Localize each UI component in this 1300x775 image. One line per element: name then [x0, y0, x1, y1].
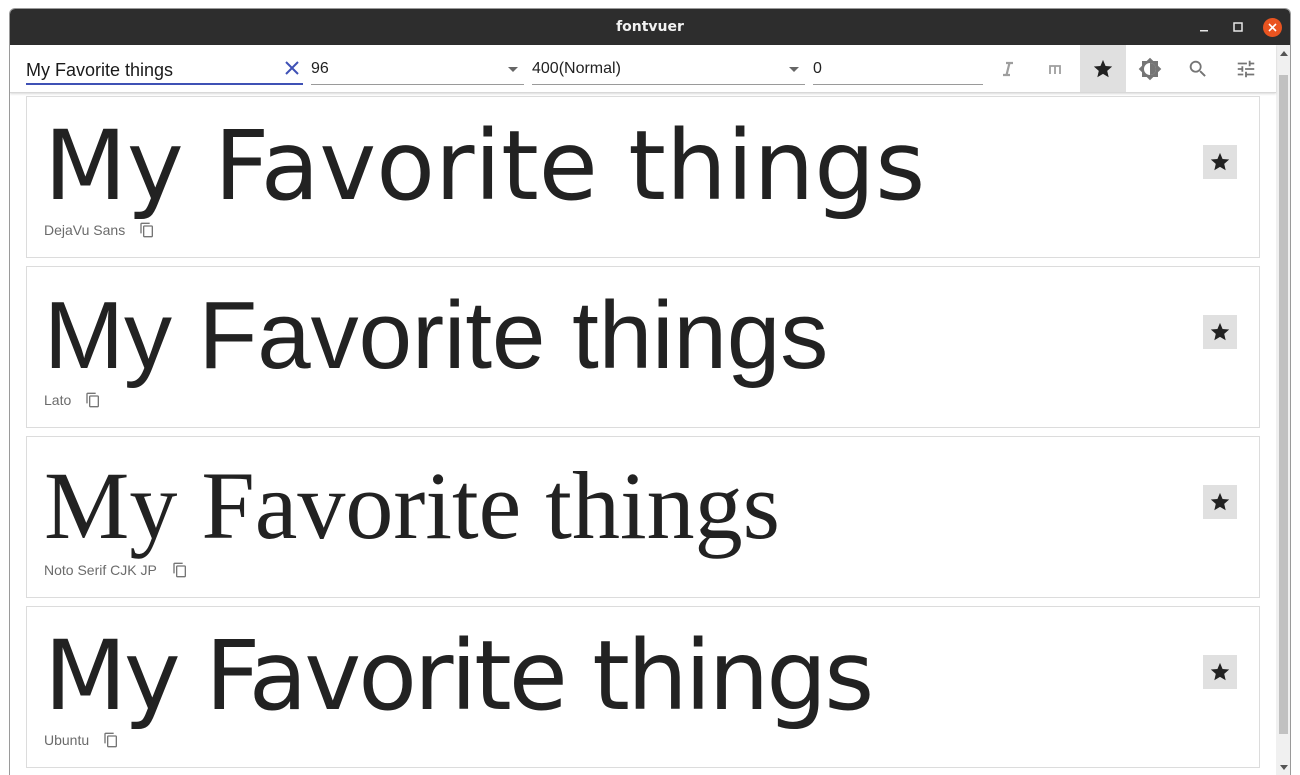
font-name-label: Ubuntu [44, 732, 90, 748]
chevron-down-icon [508, 67, 518, 72]
font-card: My Favorite things Ubuntu [26, 606, 1260, 768]
font-weight-select[interactable]: 400(Normal) [532, 53, 805, 85]
toolbar: My Favorite things 96 400(Normal) 0 [10, 45, 1276, 93]
minimize-button[interactable] [1195, 18, 1213, 36]
italic-toggle-button[interactable] [985, 45, 1031, 92]
window-title: fontvuer [616, 19, 684, 35]
copy-icon[interactable] [85, 392, 101, 408]
font-name-label: Lato [44, 392, 72, 408]
favorite-toggle-button[interactable] [1203, 145, 1237, 179]
maximize-button[interactable] [1229, 18, 1247, 36]
scroll-up-icon[interactable] [1280, 51, 1288, 56]
maximize-icon [1233, 22, 1243, 32]
monospace-toggle-button[interactable] [1032, 45, 1078, 92]
font-name-label: DejaVu Sans [44, 222, 126, 238]
minimize-icon [1200, 30, 1208, 32]
font-weight-value: 400(Normal) [532, 60, 621, 77]
copy-icon[interactable] [172, 562, 188, 578]
font-card: My Favorite things Noto Serif CJK JP [26, 436, 1260, 598]
favorite-toggle-button[interactable] [1203, 485, 1237, 519]
star-icon [1210, 662, 1230, 681]
copy-icon[interactable] [103, 732, 119, 748]
font-size-value: 96 [311, 60, 329, 77]
tune-icon [1237, 60, 1255, 77]
star-icon [1093, 59, 1113, 77]
font-sample-text: My Favorite things [44, 452, 780, 559]
font-sample-text: My Favorite things [44, 620, 874, 732]
preview-text-value[interactable]: My Favorite things [26, 60, 173, 81]
close-icon [1268, 23, 1277, 32]
font-sample-text: My Favorite things [44, 110, 926, 222]
scroll-down-icon[interactable] [1280, 765, 1288, 770]
font-name-label: Noto Serif CJK JP [44, 562, 157, 578]
font-card: My Favorite things DejaVu Sans [26, 96, 1260, 258]
letter-spacing-value: 0 [813, 60, 822, 77]
monospace-icon [1049, 64, 1061, 74]
scrollbar-thumb[interactable] [1279, 75, 1288, 734]
settings-button[interactable] [1223, 45, 1269, 92]
brightness-icon [1138, 57, 1162, 80]
font-sample-text: My Favorite things [44, 282, 829, 389]
font-list: My Favorite things DejaVu Sans My Favori… [26, 93, 1260, 775]
copy-icon[interactable] [139, 222, 155, 238]
favorite-toggle-button[interactable] [1203, 315, 1237, 349]
search-button[interactable] [1175, 45, 1221, 92]
star-icon [1210, 492, 1230, 511]
favorites-filter-button[interactable] [1080, 45, 1126, 92]
favorite-toggle-button[interactable] [1203, 655, 1237, 689]
preview-text-input[interactable]: My Favorite things [26, 53, 303, 85]
letter-spacing-input[interactable]: 0 [813, 53, 983, 85]
vertical-scrollbar[interactable] [1276, 45, 1290, 775]
font-size-select[interactable]: 96 [311, 53, 524, 85]
chevron-down-icon [789, 67, 799, 72]
close-button[interactable] [1263, 18, 1282, 37]
app-window: fontvuer My Favorite things 96 400(Norma… [9, 8, 1291, 775]
italic-icon [1003, 61, 1013, 76]
theme-toggle-button[interactable] [1127, 45, 1173, 92]
clear-icon[interactable] [283, 59, 301, 77]
search-icon [1189, 60, 1206, 77]
title-bar[interactable]: fontvuer [10, 9, 1290, 45]
font-card: My Favorite things Lato [26, 266, 1260, 428]
star-icon [1210, 322, 1230, 341]
star-icon [1210, 152, 1230, 171]
